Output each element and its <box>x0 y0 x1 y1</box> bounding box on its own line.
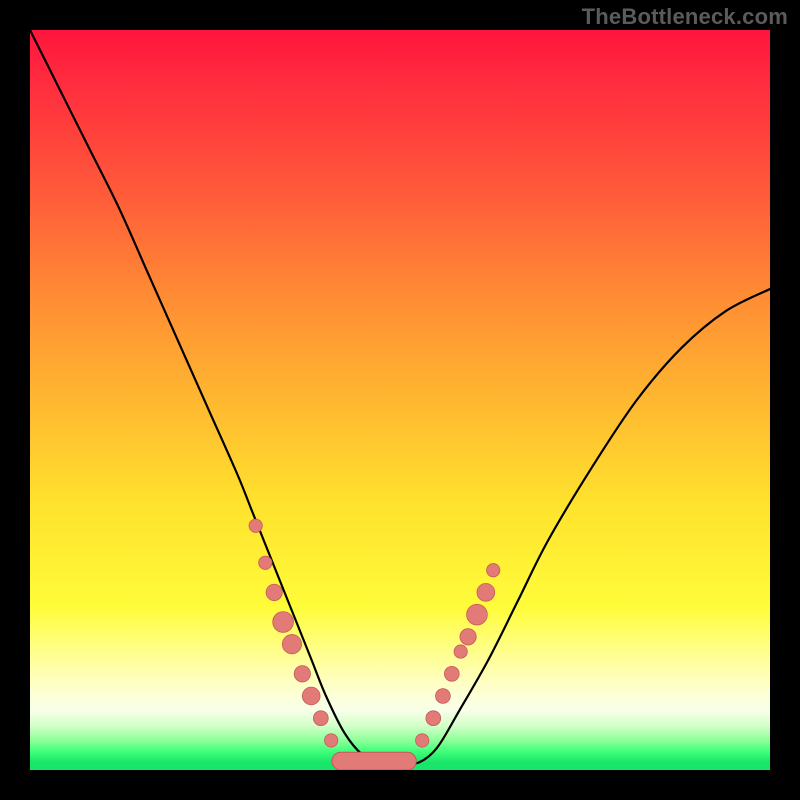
curve-marker-right <box>444 666 459 681</box>
curve-marker-right <box>460 629 476 645</box>
bottleneck-plot-svg <box>30 30 770 770</box>
plot-area <box>30 30 770 770</box>
valley-lozenge-marker <box>332 752 416 770</box>
attribution-text: TheBottleneck.com <box>582 4 788 30</box>
curve-marker-right <box>487 564 500 577</box>
curve-marker-left <box>294 666 310 682</box>
curve-marker-left <box>302 687 320 705</box>
curve-marker-right <box>436 689 451 704</box>
curve-marker-left <box>249 519 262 532</box>
curve-marker-right <box>467 604 488 625</box>
curve-marker-right <box>477 584 495 602</box>
bottleneck-curve <box>30 30 770 764</box>
curve-marker-left <box>273 612 294 633</box>
curve-marker-left <box>259 556 272 569</box>
curve-marker-right <box>416 734 429 747</box>
curve-marker-right <box>454 645 467 658</box>
curve-marker-left <box>325 734 338 747</box>
curve-marker-left <box>313 711 328 726</box>
curve-marker-left <box>282 635 301 654</box>
chart-frame: TheBottleneck.com <box>0 0 800 800</box>
curve-marker-left <box>266 584 282 600</box>
curve-marker-right <box>426 711 441 726</box>
